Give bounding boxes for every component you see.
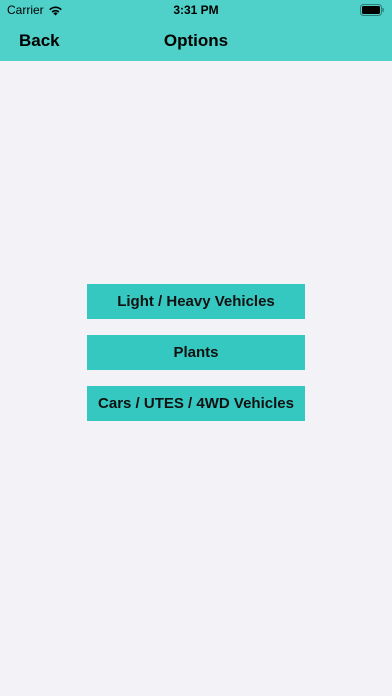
options-screen: Carrier 3:31 PM Back Options Light / Hea… (0, 0, 392, 696)
cars-utes-4wd-vehicles-button[interactable]: Cars / UTES / 4WD Vehicles (87, 386, 305, 421)
page-title: Options (163, 31, 229, 50)
light-heavy-vehicles-button[interactable]: Light / Heavy Vehicles (87, 284, 305, 319)
nav-bar: Back Options (0, 20, 392, 61)
battery-icon (360, 4, 384, 16)
plants-button[interactable]: Plants (87, 335, 305, 370)
status-time: 3:31 PM (173, 3, 219, 17)
status-bar: Carrier 3:31 PM (0, 0, 392, 20)
header: Carrier 3:31 PM Back Options (0, 0, 392, 61)
options-list: Light / Heavy Vehicles Plants Cars / UTE… (87, 284, 305, 437)
